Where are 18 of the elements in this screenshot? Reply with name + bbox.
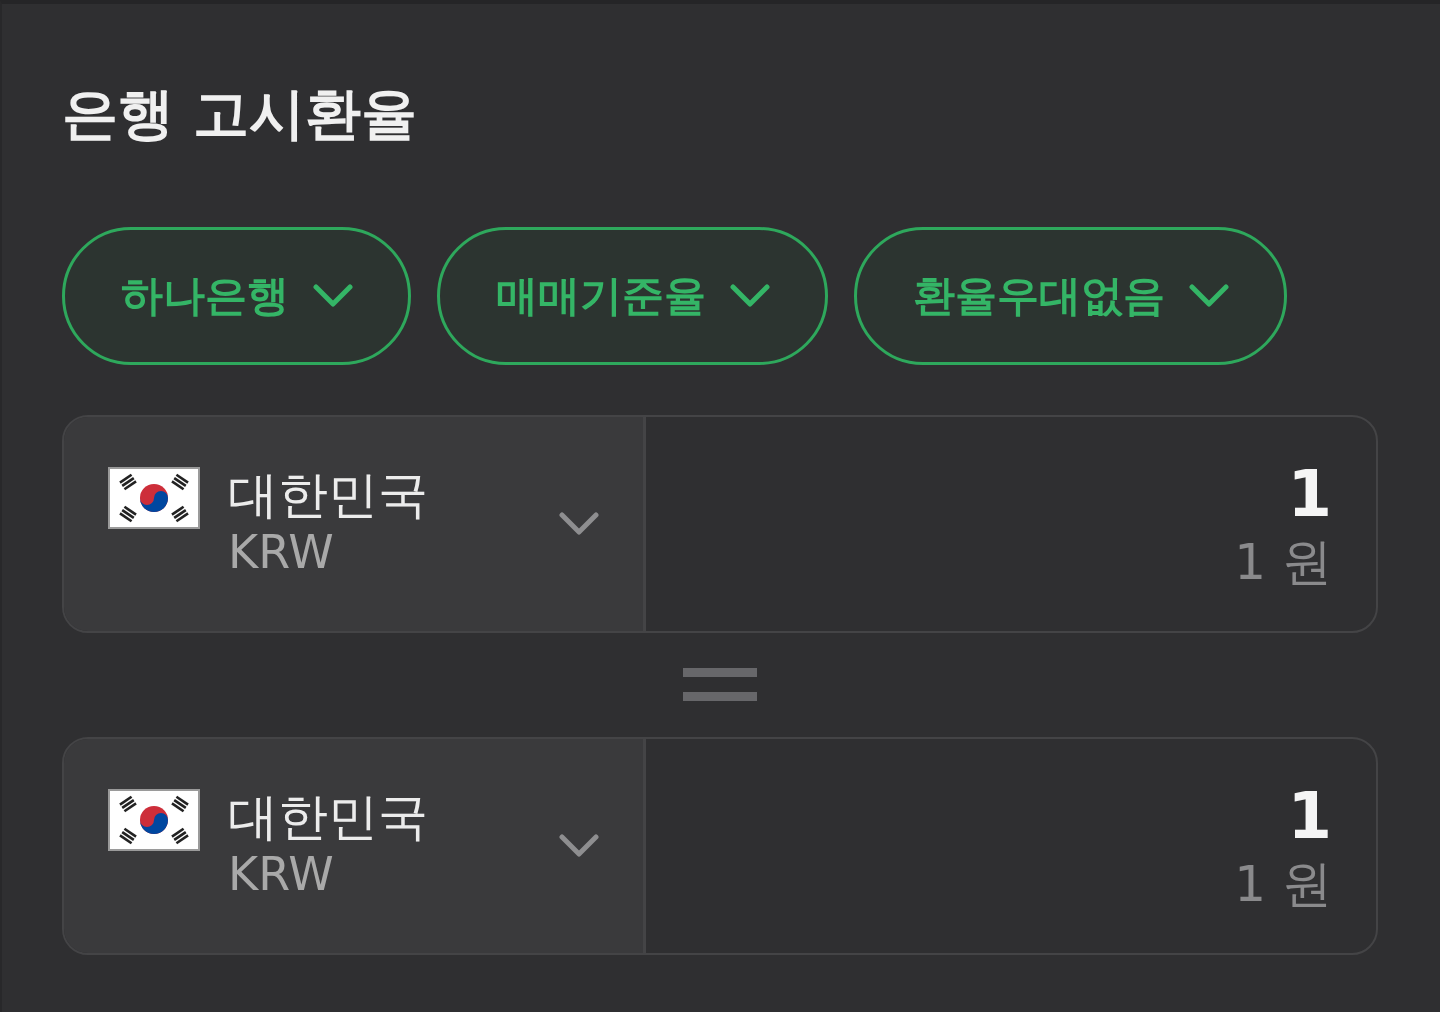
page-title: 은행 고시환율 [62,80,419,148]
flag-icon [108,466,200,529]
currency-selector[interactable]: 대한민국 KRW [64,417,646,632]
dropdown-button[interactable]: 매매기준율 [437,227,828,366]
amount-input[interactable]: 1 [690,456,1332,533]
chevron-down-icon [313,284,353,309]
equals-icon [683,668,757,702]
chevron-down-icon [559,512,599,537]
chevron-down-icon [730,284,770,309]
flag-icon [108,788,200,851]
dropdown-button[interactable]: 하나은행 [62,227,411,366]
dropdown-button[interactable]: 환율우대없음 [854,227,1287,366]
chevron-down-icon [1189,284,1229,309]
currency-selector[interactable]: 대한민국 KRW [64,739,646,954]
chevron-down-icon [559,834,599,859]
amount-in-words: 1 원 [1234,532,1332,593]
amount-in-words: 1 원 [1234,854,1332,915]
amount-input[interactable]: 1 [690,778,1332,855]
